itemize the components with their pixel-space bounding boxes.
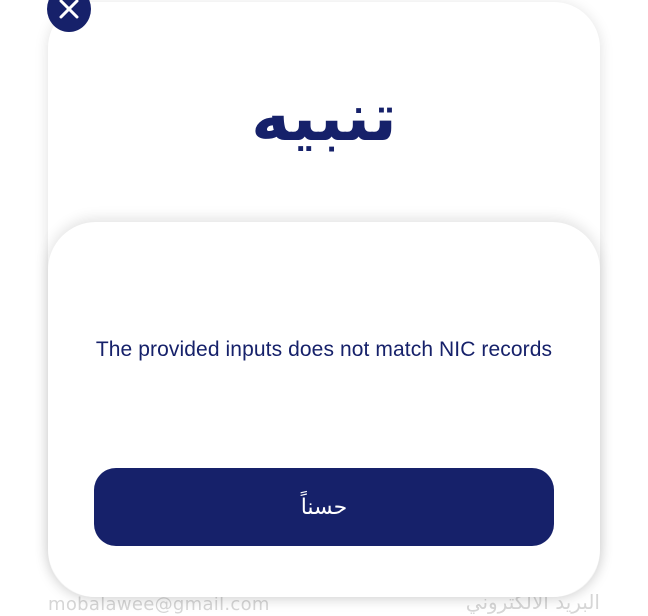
ok-button-label: حسناً [300, 494, 348, 520]
dialog-title: تنبيه [251, 79, 397, 156]
ok-button[interactable]: حسناً [94, 468, 554, 546]
close-icon [59, 0, 79, 19]
message-card: The provided inputs does not match NIC r… [48, 222, 600, 597]
background-email-value: mobalawee@gmail.com [48, 594, 270, 615]
dialog-message: The provided inputs does not match NIC r… [95, 338, 553, 361]
screen: mobalawee@gmail.com البريد الالكتروني تن… [0, 0, 648, 616]
